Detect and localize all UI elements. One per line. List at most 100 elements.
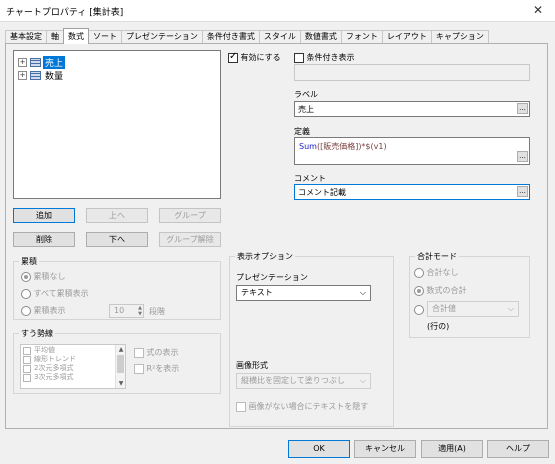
total-function-select[interactable]: 合計値 ⌵ [427, 301, 519, 317]
expression-tree[interactable]: + 売上 + 数量 [13, 50, 221, 199]
trendline-list[interactable]: 平均値 線形トレンド 2次元多項式 3次元多項式 ▲ ▼ [20, 344, 126, 389]
radio-icon [21, 271, 31, 282]
radio-icon [21, 288, 31, 299]
delete-button[interactable]: 削除 [13, 232, 75, 247]
tab-expressions[interactable]: 数式 [63, 28, 89, 44]
comment-ellipsis-button[interactable]: ... [517, 186, 528, 197]
scroll-down-icon[interactable]: ▼ [116, 379, 126, 388]
hide-text-checkbox[interactable]: 画像がない場合にテキストを隠す [236, 401, 368, 412]
table-icon [30, 71, 41, 80]
chevron-down-icon: ⌵ [359, 288, 366, 297]
tab-number-format[interactable]: 数値書式 [299, 30, 342, 44]
radio-icon [414, 285, 424, 296]
definition-value: Sum([販売価格])*$(v1) [299, 141, 387, 152]
help-button[interactable]: ヘルプ [487, 440, 549, 458]
label-field[interactable]: 売上 ... [294, 101, 530, 117]
move-down-button[interactable]: 下へ [86, 232, 148, 247]
enable-checkbox[interactable]: 有効にする [228, 51, 281, 63]
radio-icon [414, 305, 424, 315]
close-icon[interactable]: ✕ [521, 0, 555, 22]
comment-value: コメント記載 [298, 188, 346, 197]
condition-field[interactable] [294, 64, 530, 81]
radio-label: 累積表示 [33, 306, 66, 315]
checkbox[interactable] [23, 373, 31, 382]
steps-value: 10 [114, 306, 125, 315]
tab-font[interactable]: フォント [340, 30, 383, 44]
definition-args: ([販売価格])*$(v1) [316, 142, 387, 151]
checkbox-label: 画像がない場合にテキストを隠す [248, 402, 369, 411]
presentation-select[interactable]: テキスト ⌵ [236, 285, 371, 301]
display-options-title: 表示オプション [235, 251, 295, 262]
radio-label: すべて累積表示 [33, 289, 89, 298]
tab-basic[interactable]: 基本設定 [5, 30, 47, 44]
list-item[interactable]: 平均値 [23, 346, 123, 355]
definition-field[interactable]: Sum([販売価格])*$(v1) ... [294, 137, 530, 165]
show-formula-checkbox[interactable]: 式の表示 [134, 347, 179, 358]
checkbox-label: 条件付き表示 [306, 53, 355, 62]
tab-style[interactable]: スタイル [258, 30, 301, 44]
list-item-label: 平均値 [34, 346, 55, 354]
list-item-label: 3次元多項式 [34, 373, 74, 381]
chevron-down-icon: ⌵ [359, 376, 366, 385]
group-button[interactable]: グループ [159, 208, 221, 223]
stepper-arrows-icon[interactable]: ▲ ▼ [138, 305, 142, 317]
checkbox-label: R²を表示 [146, 364, 180, 373]
definition-ellipsis-button[interactable]: ... [517, 151, 528, 162]
radio-no-cumulative[interactable]: 累積なし [21, 271, 66, 282]
tree-item-label: 売上 [43, 56, 66, 69]
radio-cumulate-all[interactable]: すべて累積表示 [21, 288, 89, 299]
checkbox[interactable] [23, 355, 31, 364]
list-item-label: 線形トレンド [34, 355, 76, 363]
tree-item-quantity[interactable]: + 数量 [18, 69, 65, 82]
cancel-button[interactable]: キャンセル [354, 440, 416, 458]
show-r2-checkbox[interactable]: R²を表示 [134, 363, 179, 374]
window-title: チャートプロパティ [集計表] [6, 8, 124, 18]
tab-sort[interactable]: ソート [88, 30, 122, 44]
checkbox [134, 347, 144, 358]
ungroup-button[interactable]: グループ解除 [159, 232, 221, 247]
label-caption: ラベル [294, 90, 318, 99]
add-button[interactable]: 追加 [13, 208, 75, 223]
radio-expression-total[interactable]: 数式の合計 [414, 285, 467, 296]
tab-caption[interactable]: キャプション [430, 30, 489, 44]
conditional-checkbox[interactable]: 条件付き表示 [294, 52, 355, 63]
definition-function: Sum [299, 142, 317, 151]
total-mode-title: 合計モード [415, 251, 459, 262]
expand-icon[interactable]: + [18, 58, 27, 67]
image-format-select[interactable]: 縦横比を固定して塗りつぶし ⌵ [236, 373, 371, 389]
checkbox-label: 有効にする [240, 53, 281, 62]
list-item[interactable]: 2次元多項式 [23, 364, 123, 373]
checkbox[interactable] [23, 364, 31, 373]
image-format-label: 画像形式 [236, 361, 268, 370]
list-item-label: 2次元多項式 [34, 364, 74, 372]
image-format-value: 縦横比を固定して塗りつぶし [241, 376, 345, 385]
scroll-thumb[interactable] [117, 355, 124, 373]
list-item[interactable]: 線形トレンド [23, 355, 123, 364]
comment-field[interactable]: コメント記載 ... [294, 184, 530, 200]
label-ellipsis-button[interactable]: ... [517, 103, 528, 114]
radio-label: 合計なし [426, 268, 459, 277]
expand-icon[interactable]: + [18, 71, 27, 80]
rows-note: (行の) [427, 322, 450, 331]
tab-axis[interactable]: 軸 [46, 30, 64, 44]
title-bar: チャートプロパティ [集計表] ✕ [0, 0, 555, 22]
tab-conditional-format[interactable]: 条件付き書式 [201, 30, 260, 44]
checkbox[interactable] [23, 346, 31, 355]
radio-total-function[interactable] [414, 305, 424, 315]
radio-cumulate-steps[interactable]: 累積表示 [21, 305, 66, 316]
ok-button[interactable]: OK [288, 440, 350, 458]
move-up-button[interactable]: 上へ [86, 208, 148, 223]
steps-stepper[interactable]: 10 ▲ ▼ [109, 304, 144, 318]
radio-icon [414, 267, 424, 278]
apply-button[interactable]: 適用(A) [421, 440, 483, 458]
checkbox-label: 式の表示 [146, 348, 179, 357]
radio-no-total[interactable]: 合計なし [414, 267, 459, 278]
presentation-value: テキスト [241, 288, 273, 297]
scroll-up-icon[interactable]: ▲ [116, 345, 126, 354]
list-scrollbar[interactable]: ▲ ▼ [115, 345, 125, 388]
list-item[interactable]: 3次元多項式 [23, 373, 123, 382]
tab-layout[interactable]: レイアウト [381, 30, 432, 44]
tab-presentation[interactable]: プレゼンテーション [121, 30, 203, 44]
radio-icon [21, 305, 31, 316]
tree-item-sales[interactable]: + 売上 [18, 56, 66, 69]
